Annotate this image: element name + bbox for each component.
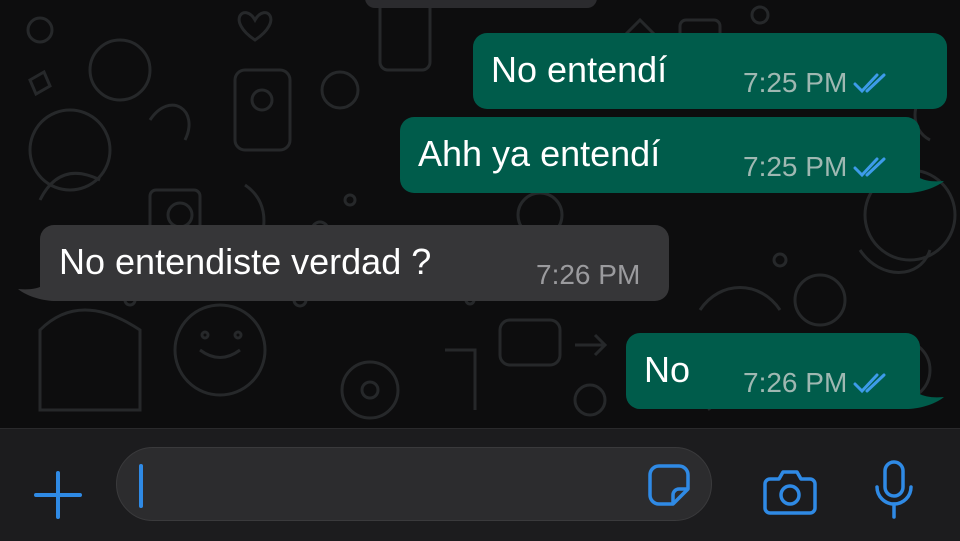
message-input[interactable] (116, 447, 712, 521)
message-text: No (644, 349, 691, 390)
message-text: No entendí (491, 49, 668, 90)
message-meta: 7:25 PM (743, 67, 893, 99)
message-time: 7:26 PM (743, 367, 848, 398)
previous-message-edge (365, 0, 597, 8)
microphone-icon (875, 460, 913, 519)
message-bubble-outgoing[interactable]: No entendí 7:25 PM (473, 33, 947, 109)
read-ticks-icon (853, 371, 893, 395)
message-meta: 7:26 PM (743, 367, 893, 399)
read-ticks-icon (853, 71, 893, 95)
composer-bar (0, 428, 960, 541)
plus-icon (34, 471, 82, 519)
message-text: No entendiste verdad ? (59, 241, 432, 282)
message-bubble-outgoing[interactable]: Ahh ya entendí 7:25 PM (400, 117, 920, 193)
voice-message-button[interactable] (872, 459, 916, 523)
sticker-button[interactable] (647, 463, 691, 507)
message-time: 7:25 PM (743, 67, 848, 98)
message-time: 7:25 PM (743, 151, 848, 182)
message-text: Ahh ya entendí (418, 133, 661, 174)
sticker-icon (648, 464, 690, 506)
message-meta: 7:26 PM (536, 259, 640, 291)
attach-button[interactable] (30, 467, 86, 523)
camera-button[interactable] (762, 467, 818, 517)
message-bubble-outgoing[interactable]: No 7:26 PM (626, 333, 920, 409)
bubble-tail-outgoing (906, 163, 944, 193)
message-meta: 7:25 PM (743, 151, 893, 183)
bubble-tail-outgoing (906, 379, 944, 409)
text-caret (139, 464, 143, 508)
message-bubble-incoming[interactable]: No entendiste verdad ? 7:26 PM (40, 225, 669, 301)
chat-area: No entendí 7:25 PM Ahh ya entendí 7:25 P… (0, 0, 960, 428)
camera-icon (763, 470, 817, 515)
message-time: 7:26 PM (536, 259, 641, 290)
bubble-tail-incoming (18, 271, 56, 301)
read-ticks-icon (853, 155, 893, 179)
